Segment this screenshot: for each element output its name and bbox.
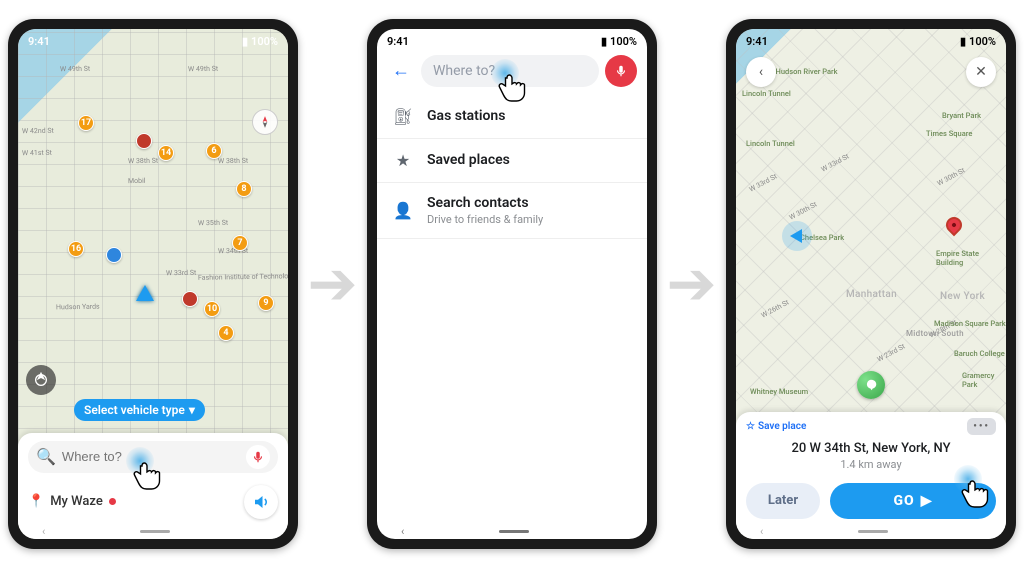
poi-label: Bryant Park bbox=[942, 111, 981, 120]
star-icon: ☆ bbox=[746, 421, 755, 432]
traffic-pin[interactable] bbox=[106, 247, 122, 263]
status-time: 9:41 bbox=[746, 35, 768, 48]
poi-label: Madison Square Park bbox=[934, 319, 1006, 328]
compass-button[interactable] bbox=[252, 109, 278, 135]
destination-panel: ☆ Save place ••• 20 W 34th St, New York,… bbox=[736, 412, 1006, 539]
street-label: Fashion Institute of Technology bbox=[198, 272, 288, 282]
status-battery: 100% bbox=[610, 35, 637, 48]
street-label: W 35th St bbox=[198, 218, 228, 227]
voice-search-button[interactable] bbox=[246, 445, 270, 469]
status-battery: 100% bbox=[969, 35, 996, 48]
save-place-button[interactable]: ☆ Save place bbox=[746, 421, 806, 432]
status-time: 9:41 bbox=[387, 35, 409, 48]
recenter-button[interactable] bbox=[26, 365, 56, 395]
menu-item-title: Gas stations bbox=[427, 108, 505, 124]
status-bar: 9:41 ▮100% bbox=[377, 33, 647, 51]
menu-item-search-contacts[interactable]: 👤 Search contacts Drive to friends & fami… bbox=[377, 183, 647, 239]
my-waze-button[interactable]: 📍 My Waze bbox=[28, 494, 116, 509]
vehicle-type-pill[interactable]: Select vehicle type▾ bbox=[74, 399, 205, 421]
destination-address: 20 W 34th St, New York, NY bbox=[746, 441, 996, 456]
poi-label: Empire State Building bbox=[936, 249, 1006, 267]
traffic-pin[interactable]: 10 bbox=[204, 301, 220, 317]
poi-label: Times Square bbox=[926, 129, 972, 138]
poi-label: Lincoln Tunnel bbox=[746, 139, 795, 148]
traffic-pin[interactable]: 9 bbox=[258, 295, 274, 311]
street-label: W 49th St bbox=[188, 64, 218, 73]
search-icon: 🔍 bbox=[36, 447, 56, 466]
battery-icon: ▮ bbox=[960, 35, 966, 48]
notification-dot bbox=[109, 498, 116, 505]
play-icon: ▶ bbox=[921, 493, 933, 509]
street-label: Hudson Yards bbox=[56, 302, 100, 311]
search-placeholder: Where to? bbox=[433, 63, 495, 79]
gas-stations-icon: ⛽︎ bbox=[393, 107, 413, 126]
menu-item-saved-places[interactable]: ★ Saved places bbox=[377, 139, 647, 183]
current-location-marker bbox=[782, 221, 812, 251]
street-label: W 38th St bbox=[128, 156, 158, 165]
search-field[interactable]: Where to? bbox=[421, 55, 599, 87]
waze-avatar-marker[interactable] bbox=[857, 371, 885, 399]
status-time: 9:41 bbox=[28, 35, 50, 48]
traffic-pin[interactable]: 14 bbox=[158, 145, 174, 161]
street-label: W 41st St bbox=[22, 148, 52, 157]
back-button[interactable]: ‹ bbox=[746, 57, 776, 87]
poi-label: Baruch College bbox=[954, 349, 1005, 358]
destination-distance: 1.4 km away bbox=[746, 458, 996, 471]
bottom-panel: 🔍 📍 My Waze ‹ bbox=[18, 433, 288, 539]
traffic-pin[interactable]: 17 bbox=[78, 115, 94, 131]
menu-item-title: Search contacts bbox=[427, 195, 543, 211]
area-label: New York bbox=[940, 291, 985, 302]
later-button[interactable]: Later bbox=[746, 483, 820, 519]
chevron-down-icon: ▾ bbox=[189, 403, 195, 417]
street-label: W 33rd St bbox=[166, 268, 196, 277]
more-options-button[interactable]: ••• bbox=[967, 418, 996, 435]
area-label: Manhattan bbox=[846, 289, 897, 300]
android-nav-bar: ‹ bbox=[18, 525, 288, 539]
android-nav-bar: ‹ bbox=[377, 525, 647, 539]
traffic-pin[interactable] bbox=[136, 133, 152, 149]
flow-arrow: ➔ bbox=[307, 248, 357, 319]
search-contacts-icon: 👤 bbox=[393, 201, 413, 220]
close-button[interactable]: ✕ bbox=[966, 57, 996, 87]
phone-2-search: 9:41 ▮100% ← Where to? ⛽︎ Gas stations★ … bbox=[367, 19, 657, 549]
status-bar: 9:41 ▮100% bbox=[736, 33, 1006, 51]
flow-arrow: ➔ bbox=[666, 248, 716, 319]
street-label: W 38th St bbox=[218, 156, 248, 165]
android-nav-bar: ‹ bbox=[736, 525, 1006, 539]
menu-item-title: Saved places bbox=[427, 152, 510, 168]
sound-button[interactable] bbox=[244, 485, 278, 519]
status-bar: 9:41 ▮100% bbox=[18, 33, 288, 51]
search-shortcuts-list: ⛽︎ Gas stations★ Saved places👤 Search co… bbox=[377, 95, 647, 239]
street-label: Mobil bbox=[128, 176, 146, 184]
pin-icon: 📍 bbox=[28, 494, 44, 509]
street-label: W 42nd St bbox=[22, 126, 54, 135]
phone-1-home: 9:41 ▮100% W 49th St W 49th St W 42nd St W … bbox=[8, 19, 298, 549]
search-field[interactable]: 🔍 bbox=[28, 441, 278, 473]
back-button[interactable]: ← bbox=[387, 57, 415, 85]
street-label: W 49th St bbox=[60, 64, 90, 73]
saved-places-icon: ★ bbox=[393, 151, 413, 170]
search-input[interactable] bbox=[62, 449, 240, 464]
menu-item-gas-stations[interactable]: ⛽︎ Gas stations bbox=[377, 95, 647, 139]
battery-icon: ▮ bbox=[601, 35, 607, 48]
traffic-pin[interactable]: 4 bbox=[218, 325, 234, 341]
menu-item-subtitle: Drive to friends & family bbox=[427, 213, 543, 226]
traffic-pin[interactable]: 7 bbox=[232, 235, 248, 251]
status-battery: 100% bbox=[251, 35, 278, 48]
voice-search-button[interactable] bbox=[605, 55, 637, 87]
poi-label: Gramercy Park bbox=[962, 371, 1006, 389]
traffic-pin[interactable]: 16 bbox=[68, 241, 84, 257]
battery-icon: ▮ bbox=[242, 35, 248, 48]
area-label: Midtown South bbox=[906, 329, 964, 338]
poi-label: Lincoln Tunnel bbox=[742, 89, 791, 98]
poi-label: Whitney Museum bbox=[750, 387, 808, 396]
current-location-marker bbox=[136, 285, 154, 301]
traffic-pin[interactable]: 6 bbox=[206, 143, 222, 159]
traffic-pin[interactable]: 8 bbox=[236, 181, 252, 197]
phone-3-destination: 9:41 ▮100% W 33rd StW 33rd StW 30th StW … bbox=[726, 19, 1016, 549]
traffic-pin[interactable] bbox=[182, 291, 198, 307]
go-button[interactable]: GO▶ bbox=[830, 483, 996, 519]
